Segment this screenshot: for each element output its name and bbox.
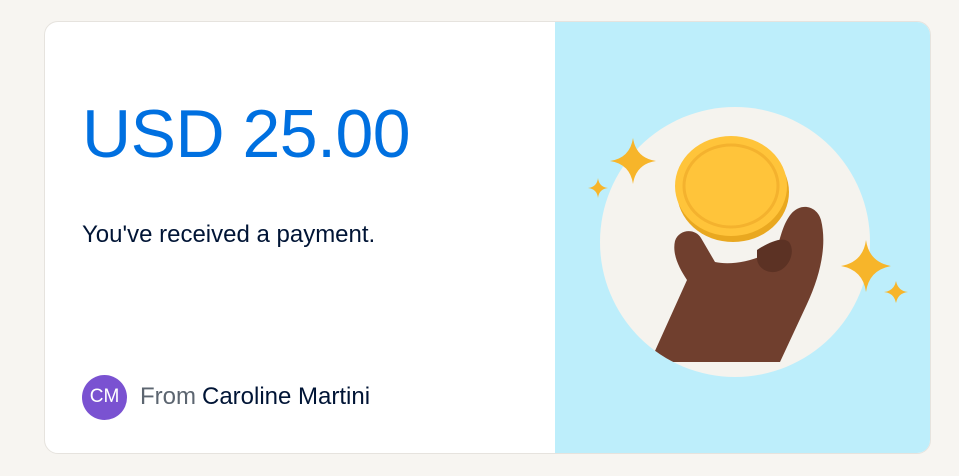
illustration-panel — [555, 22, 930, 453]
payment-message: You've received a payment. — [82, 221, 376, 248]
coin-icon — [675, 136, 789, 242]
from-label: From — [140, 383, 196, 410]
payment-details: USD 25.00 You've received a payment. CM … — [45, 22, 555, 453]
hand-holding-coin-illustration — [588, 107, 908, 377]
payment-received-card: USD 25.00 You've received a payment. CM … — [44, 21, 931, 454]
avatar: CM — [82, 374, 127, 420]
sender-info: CM From Caroline Martini — [82, 374, 370, 420]
payment-amount: USD 25.00 — [82, 96, 411, 172]
sender-name: Caroline Martini — [202, 383, 371, 410]
